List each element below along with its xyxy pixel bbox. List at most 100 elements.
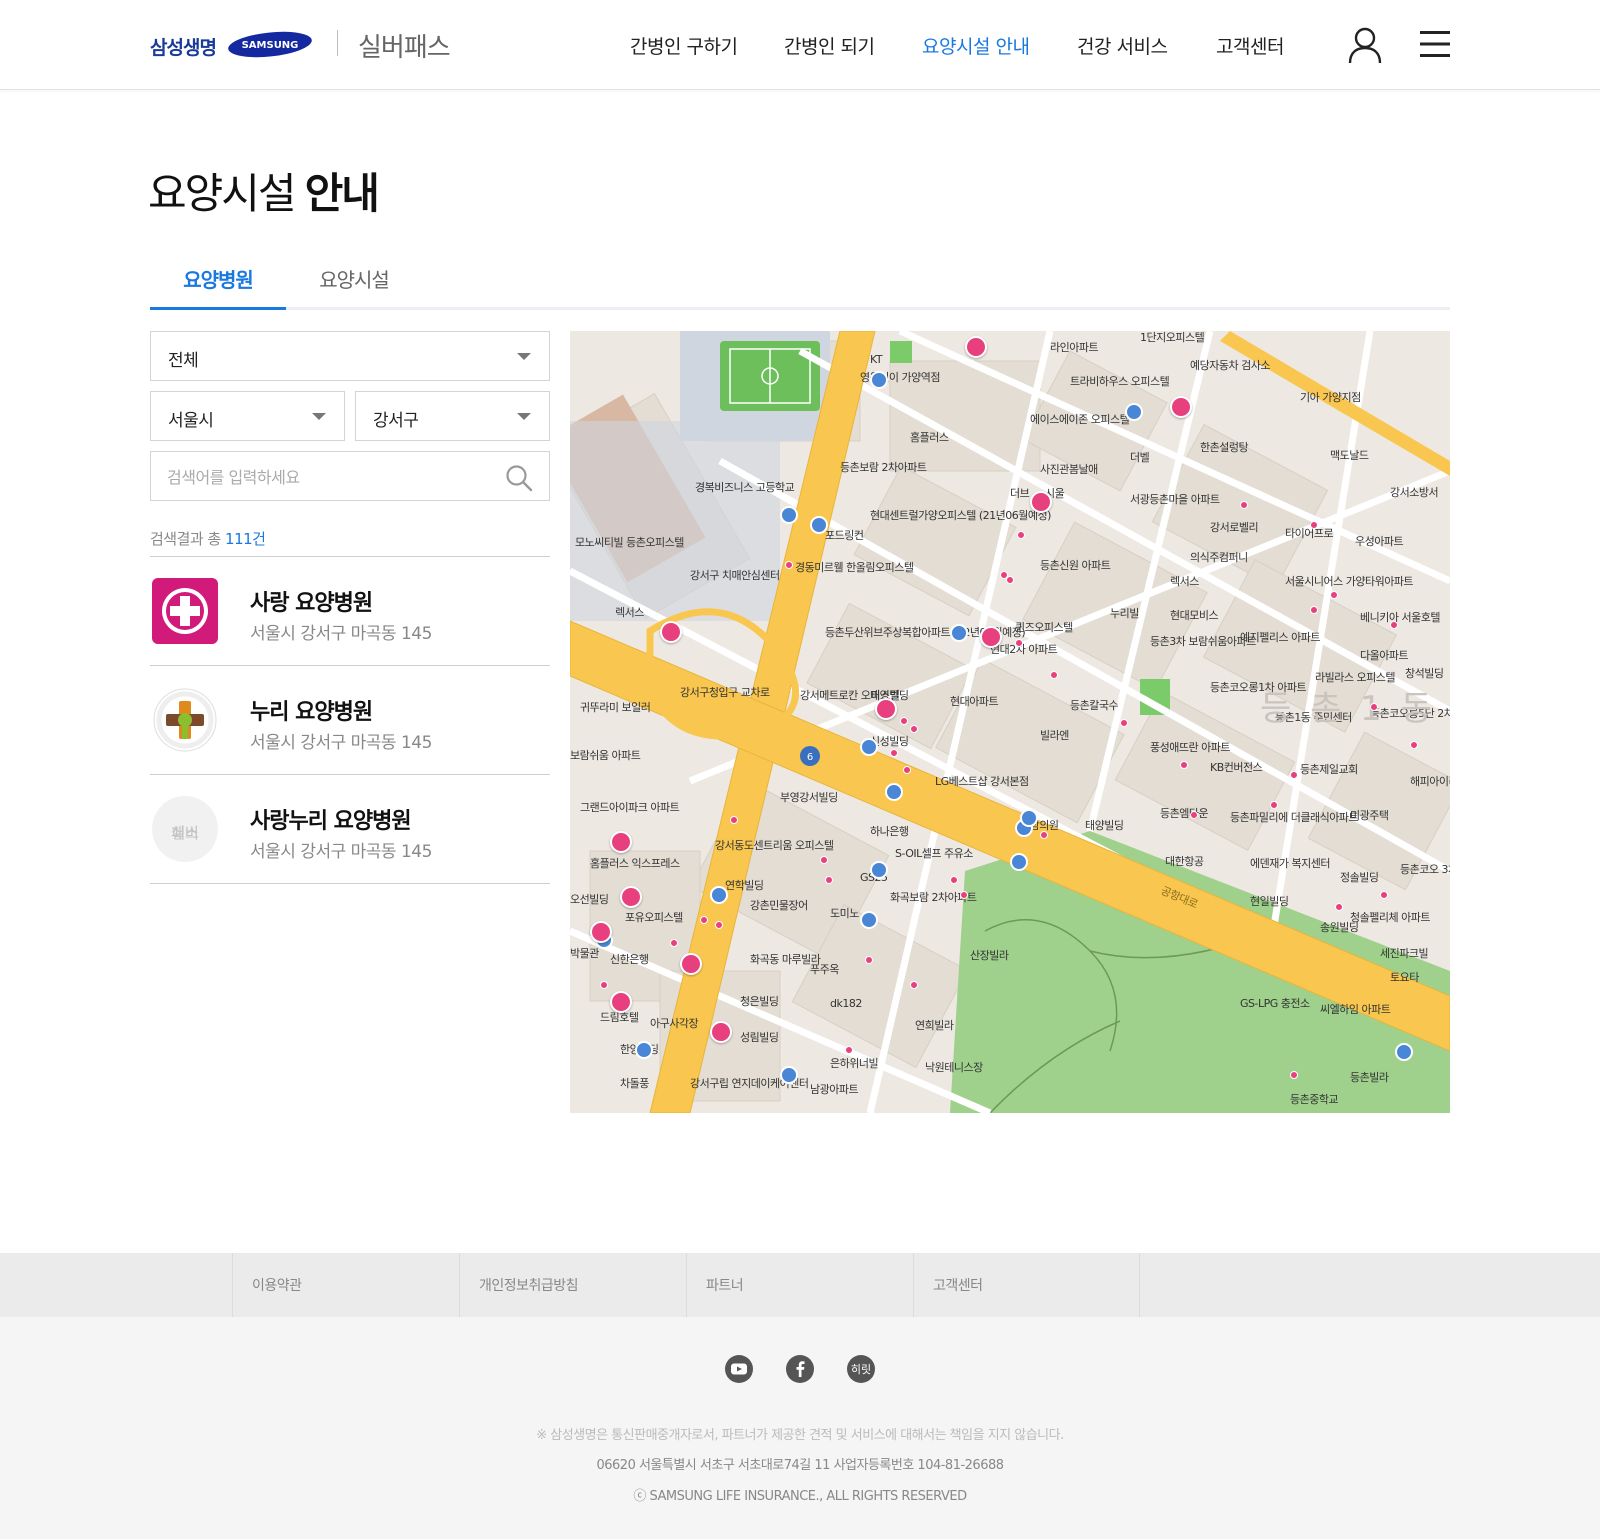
tab-nursing-hospital[interactable]: 요양병원 bbox=[150, 264, 286, 293]
map-place-label: 라빌라스 오피스텔 bbox=[1315, 671, 1395, 684]
cafe-marker-icon[interactable] bbox=[660, 621, 682, 643]
user-icon[interactable] bbox=[1347, 26, 1383, 64]
map-place-label: 해피아이리 bbox=[1410, 775, 1450, 788]
cafe-marker-icon[interactable] bbox=[610, 831, 632, 853]
poi-dot-icon bbox=[825, 876, 833, 884]
map-place-label: 서울시니어스 가양타워아파트 bbox=[1285, 575, 1414, 588]
cafe-marker-icon[interactable] bbox=[590, 921, 612, 943]
map-place-label: 씨엘하임 아파트 bbox=[1320, 1003, 1391, 1016]
cafe-marker-icon[interactable] bbox=[710, 1021, 732, 1043]
poi-dot-icon bbox=[1040, 831, 1048, 839]
youtube-icon[interactable] bbox=[725, 1355, 753, 1383]
map-place-label: 박물관 bbox=[570, 947, 599, 960]
map-place-label: 1단지오피스텔 bbox=[1140, 331, 1205, 344]
bus-stop-icon[interactable] bbox=[1020, 809, 1038, 827]
bus-stop-icon[interactable] bbox=[810, 516, 828, 534]
nav-facility-guide[interactable]: 요양시설 안내 bbox=[922, 32, 1030, 59]
bus-stop-icon[interactable] bbox=[635, 1041, 653, 1059]
footer-link-terms[interactable]: 이용약관 bbox=[232, 1253, 459, 1317]
bus-stop-icon[interactable] bbox=[860, 738, 878, 756]
hamburger-menu-icon[interactable] bbox=[1420, 30, 1450, 58]
footer-link-customer-center[interactable]: 고객센터 bbox=[913, 1253, 1140, 1317]
map-place-label: 퀸즈오피스텔 bbox=[1015, 621, 1073, 634]
map-view[interactable]: 6 라인아파트 1단지오피스텔 KT 영웅인이 가양역점 트라비하우스 오피스텔 예당자동… bbox=[570, 331, 1450, 1113]
bus-stop-icon[interactable] bbox=[1010, 853, 1028, 871]
bus-stop-icon[interactable] bbox=[885, 783, 903, 801]
nav-become-caregiver[interactable]: 간병인 되기 bbox=[784, 32, 875, 59]
map-place-label: 연희빌라 bbox=[915, 1019, 954, 1032]
map-place-label: 등촌중학교 bbox=[1290, 1093, 1339, 1106]
cafe-marker-icon[interactable] bbox=[965, 336, 987, 358]
hiret-icon[interactable]: 히릿 bbox=[847, 1355, 875, 1383]
cafe-marker-icon[interactable] bbox=[980, 626, 1002, 648]
service-name[interactable]: 실버패스 bbox=[358, 27, 451, 64]
map-place-label: GS-LPG 충전소 bbox=[1240, 997, 1310, 1010]
site-header: 삼성생명 SAMSUNG 실버패스 간병인 구하기 간병인 되기 요양시설 안내… bbox=[0, 0, 1600, 90]
map-place-label: 예지펠리스 아파트 bbox=[1240, 631, 1320, 644]
map-place-label: 기아 가양지점 bbox=[1300, 391, 1361, 404]
footer-links: 이용약관 개인정보취급방침 파트너 고객센터 bbox=[0, 1253, 1600, 1317]
cafe-marker-icon[interactable] bbox=[680, 953, 702, 975]
bus-stop-icon[interactable] bbox=[860, 911, 878, 929]
map-place-label: 등촌코오 3차아 bbox=[1400, 863, 1450, 876]
poi-dot-icon bbox=[1120, 719, 1128, 727]
map-place-label: 현대센트럴가양오피스텔 (21년06월예정) bbox=[870, 509, 1051, 522]
map-place-label: dk182 bbox=[830, 997, 862, 1010]
poi-dot-icon bbox=[1370, 703, 1378, 711]
bus-stop-icon[interactable] bbox=[710, 886, 728, 904]
type-select[interactable]: 전체 bbox=[150, 331, 550, 381]
poi-dot-icon bbox=[1015, 639, 1023, 647]
map-place-label: 다올아파트 bbox=[1360, 649, 1409, 662]
map-place-label: 등촌신원 아파트 bbox=[1040, 559, 1111, 572]
bus-stop-icon[interactable] bbox=[950, 624, 968, 642]
bus-stop-icon[interactable] bbox=[780, 506, 798, 524]
map-place-label: 에덴재가 복지센터 bbox=[1250, 857, 1330, 870]
cafe-marker-icon[interactable] bbox=[1170, 396, 1192, 418]
list-item[interactable]: 사랑 요양병원 서울시 강서구 마곡동 145 bbox=[150, 557, 550, 666]
footer-link-label: 고객센터 bbox=[933, 1278, 983, 1294]
nav-find-caregiver[interactable]: 간병인 구하기 bbox=[630, 32, 738, 59]
search-icon[interactable] bbox=[505, 464, 533, 492]
cafe-marker-icon[interactable] bbox=[620, 886, 642, 908]
map-place-label: 풍성애뜨란 아파트 bbox=[1150, 741, 1230, 754]
map-place-label: 정솔빌딩 bbox=[1340, 871, 1379, 884]
nav-customer-center[interactable]: 고객센터 bbox=[1216, 32, 1284, 59]
bus-stop-icon[interactable] bbox=[1395, 1043, 1413, 1061]
poi-dot-icon bbox=[1270, 801, 1278, 809]
bus-stop-icon[interactable] bbox=[780, 1066, 798, 1084]
list-item[interactable]: 실버 패스 사랑누리 요양병원 서울시 강서구 마곡동 145 bbox=[150, 775, 550, 884]
search-input[interactable] bbox=[167, 464, 487, 490]
city-select[interactable]: 서울시 bbox=[150, 391, 345, 441]
svg-text:6: 6 bbox=[807, 752, 813, 763]
map-place-label: 포유오피스텔 bbox=[625, 911, 683, 924]
page-title-light: 요양시설 bbox=[148, 169, 297, 218]
footer-link-partner[interactable]: 파트너 bbox=[686, 1253, 913, 1317]
district-select[interactable]: 강서구 bbox=[355, 391, 550, 441]
bus-stop-icon[interactable] bbox=[870, 861, 888, 879]
tab-nursing-facility[interactable]: 요양시설 bbox=[286, 264, 422, 293]
bus-stop-icon[interactable] bbox=[1125, 403, 1143, 421]
map-place-label: 보람쉬움 아파트 bbox=[570, 749, 641, 762]
cafe-marker-icon[interactable] bbox=[610, 991, 632, 1013]
cafe-marker-icon[interactable] bbox=[875, 698, 897, 720]
poi-dot-icon bbox=[900, 717, 908, 725]
brand-samsunglife-logo[interactable]: 삼성생명 bbox=[150, 33, 217, 60]
map-place-label: 태양빌딩 bbox=[1085, 819, 1124, 832]
facebook-icon[interactable] bbox=[786, 1355, 814, 1383]
map-place-label: 한촌설렁탕 bbox=[1200, 441, 1249, 454]
map-place-label: 경동미르웰 한올림오피스텔 bbox=[795, 561, 914, 574]
page-title: 요양시설 안내 bbox=[148, 160, 380, 221]
cafe-marker-icon[interactable] bbox=[1030, 491, 1052, 513]
map-place-label: 현대2차 아파트 bbox=[990, 643, 1058, 656]
svg-text:히릿: 히릿 bbox=[851, 1362, 871, 1376]
map-place-label: 남광아파트 bbox=[810, 1083, 859, 1096]
result-count: 검색결과 총 111건 bbox=[150, 528, 266, 549]
map-place-label: 미광주택 bbox=[1350, 809, 1389, 822]
bus-stop-icon[interactable] bbox=[870, 371, 888, 389]
poi-dot-icon bbox=[785, 561, 793, 569]
list-item[interactable]: 누리 요양병원 서울시 강서구 마곡동 145 bbox=[150, 666, 550, 775]
samsung-logo[interactable]: SAMSUNG bbox=[227, 30, 313, 59]
nav-health-service[interactable]: 건강 서비스 bbox=[1077, 32, 1168, 59]
footer-link-privacy[interactable]: 개인정보취급방침 bbox=[459, 1253, 686, 1317]
map-place-label: 낙원테니스장 bbox=[925, 1061, 983, 1074]
